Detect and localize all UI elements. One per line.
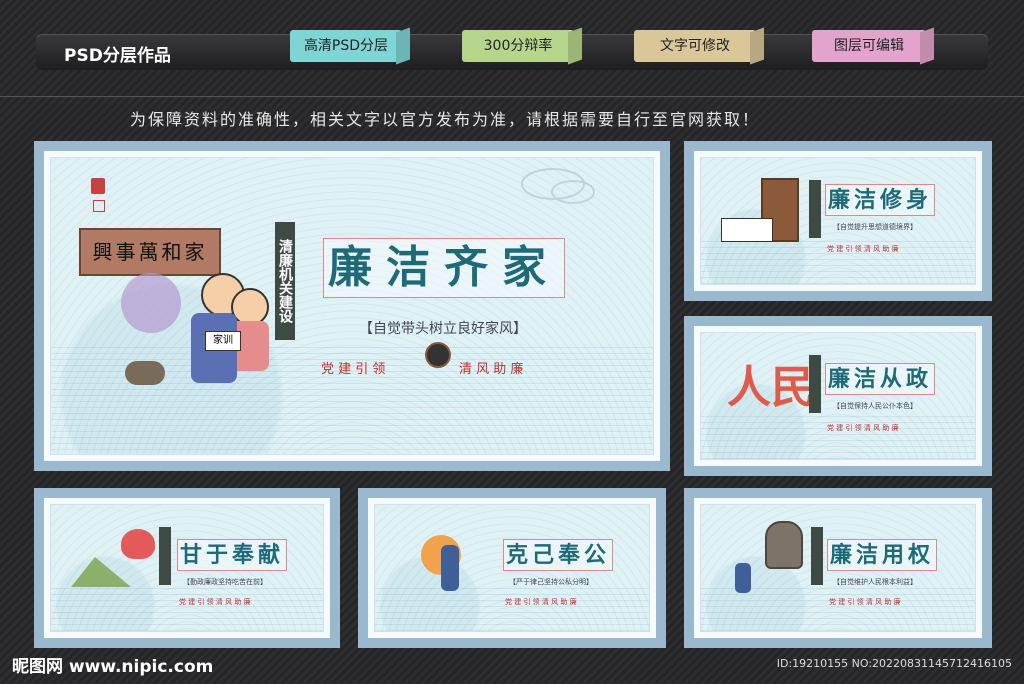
board-self-cultivation: 廉洁修身 【自觉提升思想道德境界】 党 建 引 领 清 风 助 廉 xyxy=(684,141,992,301)
scholar-illustration xyxy=(721,218,773,242)
bell-icon xyxy=(765,521,803,569)
board-title: 廉洁从政 xyxy=(825,363,935,395)
vertical-banner: 清廉机关建设 xyxy=(275,222,295,340)
main-subtitle: 【自觉带头树立良好家风】 xyxy=(359,321,527,337)
board-subtitle: 【勤政廉政坚持吃苦在前】 xyxy=(183,578,267,586)
board-slogan: 党 建 引 领 清 风 助 廉 xyxy=(505,598,577,606)
official-with-seal-illustration xyxy=(735,563,751,593)
board-clean-power: 廉洁用权 【自觉维护人民根本利益】 党 建 引 领 清 风 助 廉 xyxy=(684,488,992,648)
board-subtitle: 【自觉提升思想道德境界】 xyxy=(833,223,917,231)
main-title: 廉洁齐家 xyxy=(323,238,565,298)
official-illustration xyxy=(441,545,459,591)
cloud-icon xyxy=(551,180,595,204)
seal-icon xyxy=(91,178,105,194)
emblem-icon xyxy=(425,342,451,368)
board-selfless-service: 克己奉公 【严于律己坚持公私分明】 党 建 引 领 清 风 助 廉 xyxy=(358,488,666,648)
slogan-right: 清 风 助 廉 xyxy=(459,362,524,377)
board-slogan: 党 建 引 领 清 风 助 廉 xyxy=(179,598,251,606)
board-title: 廉洁修身 xyxy=(825,184,935,216)
people-character-sculpture: 人民 xyxy=(727,362,815,413)
vertical-banner xyxy=(811,527,823,585)
vertical-banner xyxy=(159,527,171,585)
mountain-illustration xyxy=(71,557,131,587)
board-slogan: 党 建 引 领 清 风 助 廉 xyxy=(827,424,899,432)
main-board: 興事萬和家 家训 清廉机关建设 廉洁齐家 【自觉带头树立良好家风】 党 建 引 … xyxy=(34,141,670,471)
heart-icon xyxy=(121,529,155,559)
notice-text: 为保障资料的准确性，相关文字以官方发布为准，请根据需要自行至官网获取！ xyxy=(130,110,761,129)
board-subtitle: 【自觉维护人民根本利益】 xyxy=(833,578,917,586)
board-subtitle: 【严于律己坚持公私分明】 xyxy=(509,578,593,586)
family-rules-book: 家训 xyxy=(205,331,241,351)
family-illustration: 家训 xyxy=(121,253,271,393)
board-slogan: 党 建 引 领 清 风 助 廉 xyxy=(829,598,901,606)
tab-hd-psd[interactable]: 高清PSD分层 xyxy=(290,30,402,62)
board-slogan: 党 建 引 领 清 风 助 廉 xyxy=(827,245,899,253)
header-title: PSD分层作品 xyxy=(64,46,171,66)
tab-text-editable[interactable]: 文字可修改 xyxy=(634,30,756,62)
vertical-banner xyxy=(809,180,821,238)
board-title: 克己奉公 xyxy=(503,539,613,571)
board-title: 甘于奉献 xyxy=(177,539,287,571)
board-subtitle: 【自觉保持人民公仆本色】 xyxy=(833,402,917,410)
board-title: 廉洁用权 xyxy=(827,539,937,571)
board-clean-governance: 人民 廉洁从政 【自觉保持人民公仆本色】 党 建 引 领 清 风 助 廉 xyxy=(684,316,992,476)
board-dedication: 甘于奉献 【勤政廉政坚持吃苦在前】 党 建 引 领 清 风 助 廉 xyxy=(34,488,340,648)
site-logo[interactable]: 昵图网 www.nipic.com xyxy=(12,652,213,677)
vertical-banner xyxy=(809,355,821,413)
image-id: ID:19210155 NO:20220831145712416105 xyxy=(776,657,1012,670)
seal-icon xyxy=(93,200,105,212)
tab-layer-editable[interactable]: 图层可编辑 xyxy=(812,30,926,62)
tab-resolution[interactable]: 300分辩率 xyxy=(462,30,574,62)
slogan-left: 党 建 引 领 xyxy=(321,362,386,377)
